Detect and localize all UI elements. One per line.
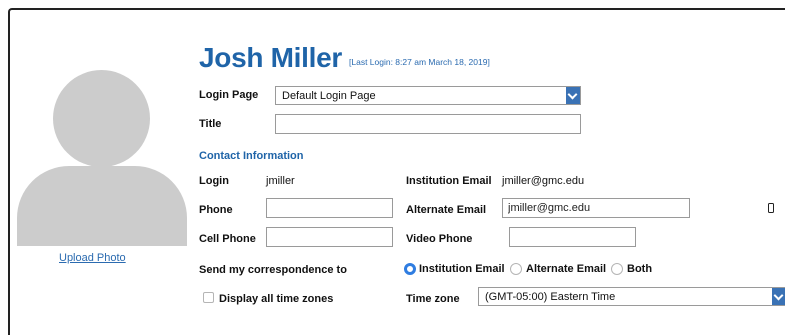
alternate-email-input[interactable] bbox=[502, 198, 690, 218]
cell-phone-label: Cell Phone bbox=[199, 233, 256, 245]
correspondence-label: Send my correspondence to bbox=[199, 264, 347, 276]
login-page-label: Login Page bbox=[199, 89, 259, 101]
timezone-select[interactable]: (GMT-05:00) Eastern Time bbox=[478, 287, 785, 306]
chevron-down-icon[interactable] bbox=[772, 288, 785, 305]
chevron-down-icon[interactable] bbox=[566, 87, 580, 104]
avatar-head bbox=[53, 70, 150, 167]
login-label: Login bbox=[199, 175, 229, 187]
video-phone-input[interactable] bbox=[509, 227, 636, 247]
avatar-body bbox=[17, 166, 187, 246]
login-value: jmiller bbox=[266, 175, 295, 187]
title-label: Title bbox=[199, 118, 222, 130]
institution-email-value: jmiller@gmc.edu bbox=[502, 175, 585, 187]
timezone-label: Time zone bbox=[406, 293, 460, 305]
phone-label: Phone bbox=[199, 204, 233, 216]
login-page-selected: Default Login Page bbox=[282, 90, 376, 102]
radio-alternate-email-label[interactable]: Alternate Email bbox=[526, 263, 606, 275]
title-input[interactable] bbox=[275, 114, 581, 134]
mobile-phone-icon[interactable] bbox=[768, 203, 774, 213]
alternate-email-label: Alternate Email bbox=[406, 204, 487, 216]
phone-input[interactable] bbox=[266, 198, 393, 218]
radio-both-label[interactable]: Both bbox=[627, 263, 652, 275]
radio-institution-email-label[interactable]: Institution Email bbox=[419, 263, 505, 275]
contact-section-title: Contact Information bbox=[199, 150, 304, 162]
user-name: Josh Miller bbox=[199, 42, 342, 73]
timezone-selected: (GMT-05:00) Eastern Time bbox=[485, 291, 616, 303]
institution-email-label: Institution Email bbox=[406, 175, 492, 187]
cell-phone-input[interactable] bbox=[266, 227, 393, 247]
display-all-timezones-label[interactable]: Display all time zones bbox=[219, 293, 333, 305]
avatar-placeholder bbox=[17, 70, 187, 246]
upload-photo-link[interactable]: Upload Photo bbox=[59, 252, 126, 264]
login-page-select[interactable]: Default Login Page bbox=[275, 86, 581, 105]
radio-both[interactable] bbox=[611, 263, 623, 275]
display-all-timezones-checkbox[interactable] bbox=[203, 292, 214, 303]
radio-alternate-email[interactable] bbox=[510, 263, 522, 275]
video-phone-label: Video Phone bbox=[406, 233, 473, 245]
radio-institution-email[interactable] bbox=[404, 263, 416, 275]
last-login-text: [Last Login: 8:27 am March 18, 2019] bbox=[349, 57, 490, 67]
